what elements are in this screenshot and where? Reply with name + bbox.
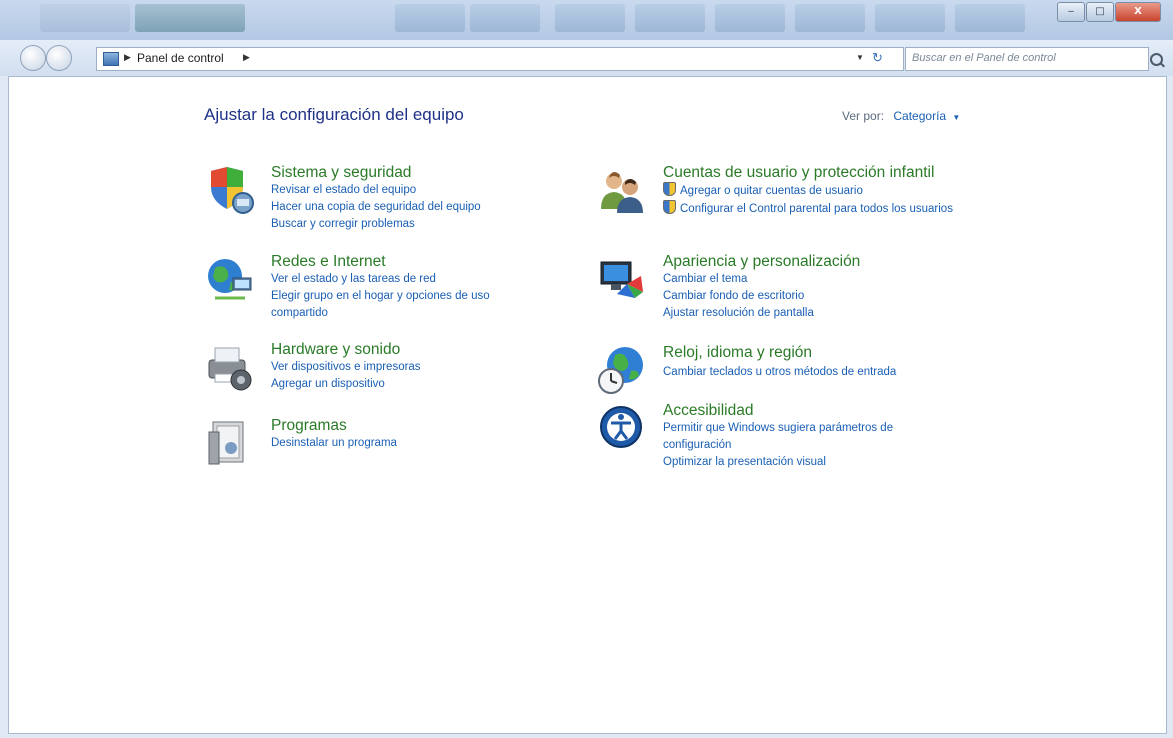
maximize-button[interactable]: □ — [1086, 2, 1114, 22]
minimize-button[interactable]: ‒ — [1057, 2, 1085, 22]
view-by-dropdown[interactable]: Categoría — [893, 109, 946, 123]
page-title: Ajustar la configuración del equipo — [204, 105, 464, 124]
breadcrumb-arrow-icon[interactable]: ▶ — [243, 52, 250, 63]
category-title-apariencia[interactable]: Apariencia y personalización — [663, 252, 983, 271]
uac-shield-icon — [663, 182, 676, 196]
category-title-reloj[interactable]: Reloj, idioma y región — [663, 343, 983, 362]
network-globe-icon[interactable] — [205, 254, 255, 304]
link-copia-seguridad[interactable]: Hacer una copia de seguridad del equipo — [271, 199, 541, 216]
link-resolucion-pantalla[interactable]: Ajustar resolución de pantalla — [663, 305, 933, 322]
link-control-parental[interactable]: Configurar el Control parental para todo… — [663, 200, 953, 218]
globe-clock-icon[interactable] — [597, 345, 647, 395]
shield-pc-icon[interactable] — [205, 165, 255, 215]
accessibility-icon[interactable] — [597, 403, 647, 453]
link-estado-red[interactable]: Ver el estado y las tareas de red — [271, 271, 541, 288]
category-title-redes[interactable]: Redes e Internet — [271, 252, 591, 271]
close-button[interactable]: X — [1115, 2, 1161, 22]
chevron-down-icon[interactable]: ▼ — [952, 113, 960, 122]
link-agregar-dispositivo[interactable]: Agregar un dispositivo — [271, 376, 541, 393]
users-icon[interactable] — [597, 165, 647, 215]
link-agregar-cuentas-text[interactable]: Agregar o quitar cuentas de usuario — [680, 185, 863, 197]
search-input[interactable]: Buscar en el Panel de control — [905, 47, 1149, 71]
address-bar[interactable]: ▶ Panel de control ▶ ▼ ↻ — [96, 47, 904, 71]
back-button[interactable] — [20, 45, 46, 71]
taskbar-area — [875, 4, 945, 32]
programs-box-icon[interactable] — [205, 418, 255, 468]
title-bar: ‒ □ X — [0, 0, 1173, 40]
link-sugerir-parametros[interactable]: Permitir que Windows sugiera parámetros … — [663, 420, 933, 454]
view-by: Ver por: Categoría ▼ — [842, 109, 960, 123]
category-title-hardware[interactable]: Hardware y sonido — [271, 340, 591, 359]
category-title-cuentas[interactable]: Cuentas de usuario y protección infantil — [663, 163, 983, 182]
taskbar-area — [470, 4, 540, 32]
link-cambiar-tema[interactable]: Cambiar el tema — [663, 271, 933, 288]
taskbar-area — [135, 4, 245, 32]
uac-shield-icon — [663, 200, 676, 214]
search-placeholder: Buscar en el Panel de control — [912, 52, 1056, 64]
search-icon[interactable] — [1150, 53, 1163, 66]
breadcrumb-arrow-icon[interactable]: ▶ — [124, 52, 131, 63]
taskbar-area — [955, 4, 1025, 32]
taskbar-area — [40, 4, 130, 32]
monitor-paint-icon[interactable] — [597, 254, 647, 304]
link-cambiar-teclados[interactable]: Cambiar teclados u otros métodos de entr… — [663, 364, 953, 381]
link-buscar-problemas[interactable]: Buscar y corregir problemas — [271, 216, 541, 233]
link-revisar-estado[interactable]: Revisar el estado del equipo — [271, 182, 541, 199]
forward-button[interactable] — [46, 45, 72, 71]
link-dispositivos-impresoras[interactable]: Ver dispositivos e impresoras — [271, 359, 541, 376]
view-by-label: Ver por: — [842, 109, 885, 123]
taskbar-area — [715, 4, 785, 32]
link-desinstalar-programa[interactable]: Desinstalar un programa — [271, 435, 541, 452]
category-title-accesibilidad[interactable]: Accesibilidad — [663, 401, 983, 420]
link-grupo-hogar[interactable]: Elegir grupo en el hogar y opciones de u… — [271, 288, 541, 322]
printer-speaker-icon[interactable] — [205, 342, 255, 392]
link-presentacion-visual[interactable]: Optimizar la presentación visual — [663, 454, 933, 471]
link-agregar-cuentas[interactable]: Agregar o quitar cuentas de usuario — [663, 182, 933, 200]
taskbar-area — [395, 4, 465, 32]
link-fondo-escritorio[interactable]: Cambiar fondo de escritorio — [663, 288, 933, 305]
taskbar-area — [635, 4, 705, 32]
taskbar-area — [555, 4, 625, 32]
refresh-icon[interactable]: ↻ — [872, 50, 883, 66]
control-panel-icon — [103, 52, 119, 66]
navigation-bar: ▶ Panel de control ▶ ▼ ↻ Buscar en el Pa… — [0, 40, 1173, 76]
link-control-parental-text[interactable]: Configurar el Control parental para todo… — [680, 203, 953, 215]
breadcrumb-panel-de-control[interactable]: Panel de control — [137, 51, 224, 65]
taskbar-area — [795, 4, 865, 32]
chevron-down-icon[interactable]: ▼ — [856, 53, 864, 62]
category-title-programas[interactable]: Programas — [271, 416, 591, 435]
window-controls: ‒ □ X — [1056, 2, 1161, 22]
main-content: Ajustar la configuración del equipo Ver … — [8, 76, 1167, 734]
category-title-sistema[interactable]: Sistema y seguridad — [271, 163, 591, 182]
